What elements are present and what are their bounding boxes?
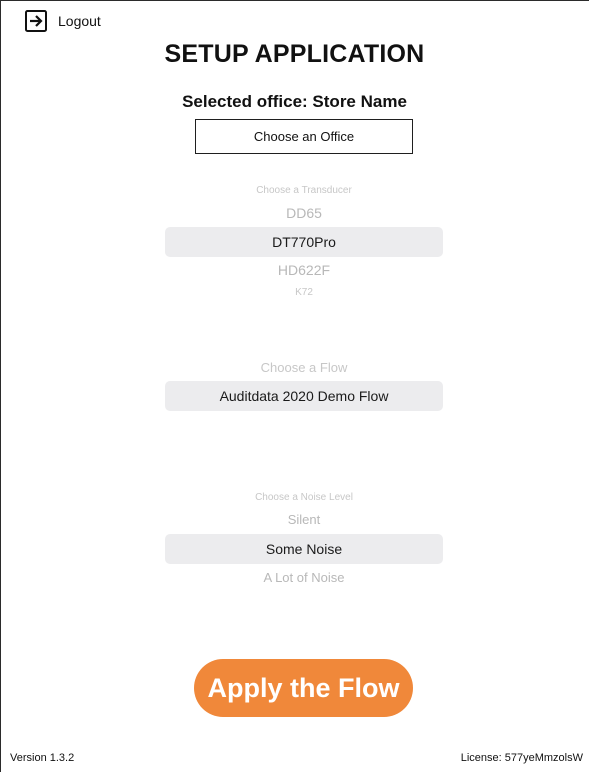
choose-office-button[interactable]: Choose an Office — [195, 119, 413, 154]
app-screen: Logout SETUP APPLICATION Selected office… — [0, 0, 589, 772]
logout-label: Logout — [58, 13, 101, 29]
version-text: Version 1.3.2 — [10, 752, 75, 764]
noise-picker-label: Choose a Noise Level — [255, 492, 353, 503]
transducer-option-hd622f[interactable]: HD622F — [165, 262, 443, 278]
window-border-top — [0, 0, 589, 1]
page-title: SETUP APPLICATION — [164, 40, 425, 68]
flow-picker-label: Choose a Flow — [260, 360, 348, 375]
flow-selected-option[interactable]: Auditdata 2020 Demo Flow — [165, 381, 443, 411]
noise-selected-option[interactable]: Some Noise — [165, 534, 443, 564]
logout-button[interactable]: Logout — [24, 8, 101, 34]
apply-flow-button[interactable]: Apply the Flow — [194, 659, 413, 717]
transducer-option-k72[interactable]: K72 — [165, 287, 443, 298]
selected-office-text: Selected office: Store Name — [182, 92, 407, 111]
window-border-left — [0, 0, 1, 772]
transducer-option-dd65[interactable]: DD65 — [165, 205, 443, 221]
logout-icon — [25, 10, 47, 32]
noise-option-silent[interactable]: Silent — [165, 512, 443, 527]
license-text: License: 577yeMmzolsW — [460, 752, 583, 764]
transducer-selected-option[interactable]: DT770Pro — [165, 227, 443, 257]
transducer-picker-label: Choose a Transducer — [256, 185, 352, 196]
noise-option-a-lot[interactable]: A Lot of Noise — [165, 570, 443, 585]
